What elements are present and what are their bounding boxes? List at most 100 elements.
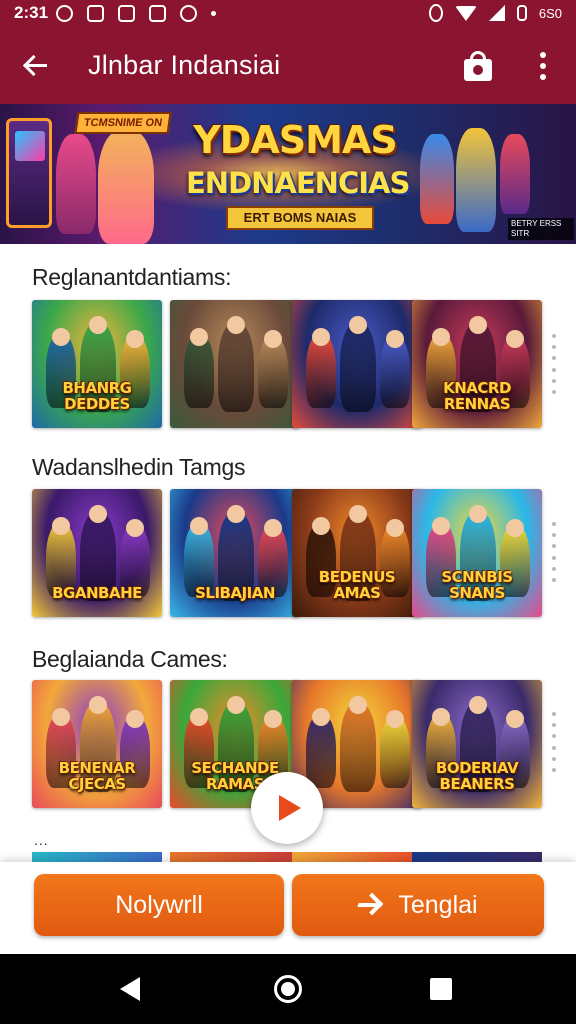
character-head bbox=[386, 330, 404, 348]
dot-icon bbox=[552, 756, 556, 761]
game-tile-label: SLIBAJIAN bbox=[195, 584, 275, 602]
play-icon bbox=[279, 795, 301, 821]
character-head bbox=[506, 710, 524, 728]
game-tile[interactable]: KNACRD RENNAS bbox=[412, 300, 542, 428]
character-head bbox=[264, 519, 282, 537]
game-tile[interactable]: BHANRG DEDDES bbox=[32, 300, 162, 428]
left-button-label: Nolywrll bbox=[115, 890, 203, 919]
character-image bbox=[340, 322, 376, 412]
game-tile[interactable]: BODERIAV BEANERS bbox=[412, 680, 542, 808]
character-head bbox=[386, 519, 404, 537]
game-tile-label: SCNNBIS SNANS bbox=[441, 568, 513, 602]
character-head bbox=[506, 519, 524, 537]
character-head bbox=[469, 696, 487, 714]
hero-character-image bbox=[456, 128, 496, 232]
game-tile[interactable] bbox=[170, 300, 300, 428]
banner-subtitle: ERT BOMS NAIAS bbox=[226, 206, 374, 230]
character-head bbox=[312, 708, 330, 726]
dot-icon bbox=[552, 712, 556, 716]
character-head bbox=[506, 330, 524, 348]
game-tile[interactable]: SLIBAJIAN bbox=[170, 489, 300, 617]
character-head bbox=[432, 708, 450, 726]
game-tile[interactable] bbox=[292, 300, 422, 428]
app-bar: Jlnbar Indansiai bbox=[0, 26, 576, 104]
hero-character-image bbox=[98, 130, 154, 244]
row-more-button[interactable] bbox=[552, 712, 558, 772]
dot-icon bbox=[552, 522, 556, 526]
section-title: Wadanslhedin Tamgs bbox=[32, 454, 246, 480]
character-head bbox=[264, 710, 282, 728]
banner-badge: BETRY ERSS SITR bbox=[508, 218, 574, 240]
character-head bbox=[469, 505, 487, 523]
section-title: Beglaianda Cames: bbox=[32, 646, 228, 672]
notification-icon bbox=[87, 4, 105, 22]
character-head bbox=[89, 505, 107, 523]
signal-icon bbox=[488, 5, 505, 21]
row-more-button[interactable] bbox=[552, 334, 558, 394]
more-vert-icon bbox=[540, 52, 546, 58]
more-vert-dot bbox=[540, 63, 546, 69]
home-circle-icon[interactable] bbox=[274, 975, 302, 1003]
more-options-button[interactable] bbox=[532, 48, 554, 84]
status-bar: 2:31 6S0 bbox=[0, 0, 576, 26]
character-head bbox=[89, 316, 107, 334]
battery-icon bbox=[516, 5, 527, 21]
game-tile[interactable]: BEDENUS AMAS bbox=[292, 489, 422, 617]
character-image bbox=[340, 702, 376, 792]
character-head bbox=[126, 519, 144, 537]
game-tile[interactable]: BGANBAHE bbox=[32, 489, 162, 617]
system-nav-bar bbox=[0, 954, 576, 1024]
row-more-button[interactable] bbox=[552, 522, 558, 582]
character-head bbox=[432, 328, 450, 346]
play-button[interactable] bbox=[251, 772, 323, 844]
status-time: 2:31 bbox=[14, 3, 49, 22]
hero-character-image bbox=[420, 134, 454, 224]
notification-icon bbox=[149, 4, 167, 22]
game-tile[interactable]: SCNNBIS SNANS bbox=[412, 489, 542, 617]
character-head bbox=[349, 505, 367, 523]
character-head bbox=[227, 505, 245, 523]
triangle-back-icon[interactable] bbox=[120, 977, 140, 1001]
game-tile-label: BEDENUS AMAS bbox=[318, 568, 396, 602]
dot-icon bbox=[552, 367, 556, 372]
character-image bbox=[218, 322, 254, 412]
character-head bbox=[386, 710, 404, 728]
shopping-bag-dot bbox=[473, 65, 483, 75]
dot-icon bbox=[552, 734, 556, 739]
banner-title: YDASMAS bbox=[193, 118, 397, 162]
vibrate-icon bbox=[428, 4, 443, 22]
page-title: Jlnbar Indansiai bbox=[88, 49, 281, 80]
dot-icon bbox=[552, 767, 556, 772]
character-head bbox=[190, 708, 208, 726]
dot-icon bbox=[552, 555, 556, 560]
dot-icon bbox=[552, 533, 556, 538]
character-head bbox=[126, 330, 144, 348]
notification-icon bbox=[56, 4, 74, 22]
arrow-left-icon bbox=[23, 53, 47, 77]
arrow-right-icon bbox=[358, 895, 386, 915]
shopping-bag-button[interactable] bbox=[462, 50, 494, 82]
character-head bbox=[312, 328, 330, 346]
hero-character-image bbox=[500, 134, 530, 214]
character-head bbox=[190, 517, 208, 535]
game-tile[interactable]: BENENAR CJECAS bbox=[32, 680, 162, 808]
back-button[interactable] bbox=[0, 26, 70, 104]
character-head bbox=[264, 330, 282, 348]
dot-icon bbox=[552, 378, 556, 383]
character-head bbox=[227, 316, 245, 334]
character-head bbox=[469, 316, 487, 334]
square-recents-icon[interactable] bbox=[430, 978, 452, 1000]
more-vert-dot bbox=[540, 74, 546, 80]
primary-left-button[interactable]: Nolywrll bbox=[34, 874, 284, 936]
primary-right-button[interactable]: Tenglai bbox=[292, 874, 544, 936]
game-tile-label: KNACRD RENNAS bbox=[443, 379, 511, 413]
banner-title-line2: ENDNAENCIAS bbox=[186, 166, 410, 200]
featured-banner[interactable]: TCMSNIME ON YDASMAS ENDNAENCIAS ERT BOMS… bbox=[0, 104, 576, 244]
game-row: BHANRG DEDDES KNACRD RENNAS bbox=[32, 300, 542, 428]
status-right: 6S0 bbox=[428, 4, 562, 22]
dot-icon bbox=[552, 566, 556, 571]
game-tile-label: BENENAR CJECAS bbox=[58, 759, 136, 793]
section-title-partial: ... bbox=[34, 832, 49, 848]
dot-icon bbox=[552, 334, 556, 338]
dot-icon bbox=[552, 356, 556, 361]
